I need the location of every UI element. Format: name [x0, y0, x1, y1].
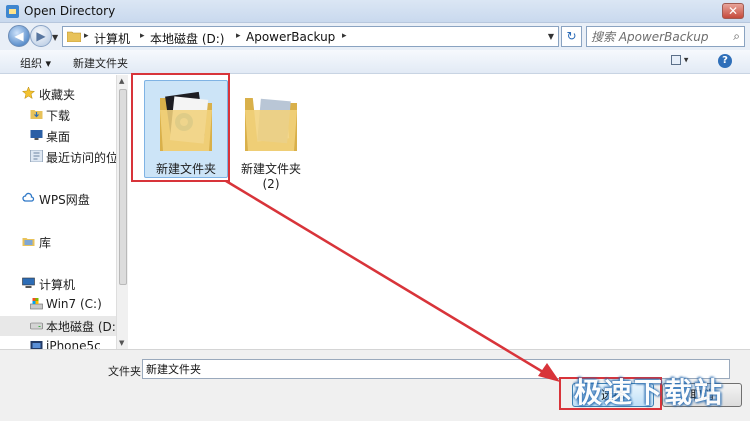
- new-folder-button[interactable]: 新建文件夹: [73, 55, 128, 71]
- breadcrumb-computer[interactable]: 计算机: [94, 30, 130, 47]
- nav-item-library[interactable]: 库: [0, 232, 118, 252]
- nav-item-drive-c[interactable]: Win7 (C:): [0, 295, 118, 315]
- nav-item-wps-cloud[interactable]: WPS网盘: [0, 189, 118, 209]
- forward-button[interactable]: ▶: [30, 25, 52, 47]
- nav-item-drive-d[interactable]: 本地磁盘 (D:: [0, 316, 118, 336]
- command-toolbar: 组织 ▾ 新建文件夹 ▾ ?: [0, 50, 750, 74]
- refresh-button[interactable]: ↻: [561, 26, 582, 47]
- view-options-button[interactable]: ▾: [671, 55, 693, 68]
- drive-icon: [30, 322, 43, 330]
- nav-item-label: Win7 (C:): [46, 297, 102, 311]
- annotation-highlight-box: [131, 73, 230, 182]
- back-button[interactable]: ◀: [8, 25, 30, 47]
- nav-item-iphone[interactable]: iPhone5c: [0, 337, 118, 349]
- nav-item-label: 库: [39, 236, 52, 250]
- app-icon: [6, 5, 19, 18]
- nav-item-label: 计算机: [39, 278, 76, 292]
- library-icon: [22, 238, 35, 246]
- address-row: ◀ ▶ ▼ ▸ 计算机 ▸ 本地磁盘 (D:) ▸ ApowerBackup ▸…: [0, 23, 750, 50]
- nav-item-computer[interactable]: 计算机: [0, 274, 118, 294]
- nav-item-label: 桌面: [46, 130, 71, 144]
- folder-icon: [67, 31, 81, 42]
- address-bar[interactable]: ▸ 计算机 ▸ 本地磁盘 (D:) ▸ ApowerBackup ▸ ▼: [62, 26, 559, 47]
- nav-item-label: 本地磁盘 (D:: [46, 320, 116, 334]
- downloads-folder-icon: [30, 110, 43, 119]
- watermark-logo: 极速下载站: [574, 376, 725, 409]
- navigation-scrollbar[interactable]: ▲ ▼: [116, 75, 128, 349]
- organize-menu[interactable]: 组织 ▾: [20, 55, 51, 71]
- cloud-icon: [22, 192, 35, 202]
- scroll-up-icon[interactable]: ▲: [119, 77, 124, 85]
- nav-item-label: WPS网盘: [39, 193, 90, 207]
- help-icon[interactable]: ?: [718, 54, 732, 68]
- star-icon: [22, 87, 35, 99]
- scrollbar-thumb[interactable]: [119, 89, 127, 285]
- history-dropdown-icon[interactable]: ▼: [52, 33, 58, 42]
- nav-item-label: 下载: [46, 109, 71, 123]
- nav-item-label: 最近访问的位: [46, 151, 119, 165]
- nav-item-label: 收藏夹: [39, 88, 76, 102]
- recent-places-icon: [30, 150, 43, 162]
- folder-name: 新建文件夹 (2): [240, 162, 301, 191]
- phone-icon: [30, 341, 43, 349]
- breadcrumb-separator-icon[interactable]: ▸: [236, 31, 241, 41]
- nav-item-downloads[interactable]: 下载: [0, 105, 118, 125]
- breadcrumb-apowerbackup[interactable]: ApowerBackup: [246, 30, 335, 44]
- desktop-icon: [30, 130, 43, 140]
- nav-item-label: iPhone5c: [46, 339, 101, 349]
- search-input[interactable]: [591, 29, 725, 44]
- window-title: Open Directory: [24, 4, 116, 18]
- navigation-pane: 收藏夹 下载 桌面 最近访问的位 WPS网盘 库 计算机 Win7 (C:) 本…: [0, 75, 128, 349]
- system-drive-icon: [30, 298, 43, 310]
- folder-icon: [245, 94, 297, 151]
- close-button[interactable]: ✕: [722, 3, 744, 19]
- address-dropdown-icon[interactable]: ▼: [548, 32, 554, 41]
- breadcrumb-separator-icon[interactable]: ▸: [84, 31, 89, 41]
- nav-item-favorites[interactable]: 收藏夹: [0, 84, 118, 104]
- breadcrumb-separator-icon[interactable]: ▸: [342, 31, 347, 41]
- nav-item-recent-places[interactable]: 最近访问的位: [0, 147, 118, 167]
- title-bar: Open Directory ✕: [0, 0, 750, 23]
- breadcrumb-separator-icon[interactable]: ▸: [140, 31, 145, 41]
- breadcrumb-drive-d[interactable]: 本地磁盘 (D:): [150, 30, 224, 47]
- folder-item[interactable]: 新建文件夹 (2): [229, 80, 313, 198]
- computer-icon: [22, 277, 35, 288]
- nav-item-desktop[interactable]: 桌面: [0, 126, 118, 146]
- folder-name-label: 文件夹:: [108, 365, 145, 378]
- view-icon: [671, 55, 681, 65]
- search-box[interactable]: ⌕: [586, 26, 745, 47]
- scroll-down-icon[interactable]: ▼: [119, 339, 124, 347]
- search-icon[interactable]: ⌕: [733, 29, 740, 44]
